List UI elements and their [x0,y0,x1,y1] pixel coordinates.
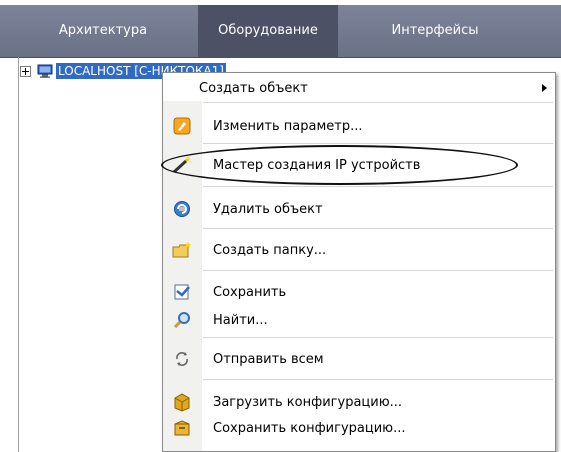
menu-separator [203,379,553,380]
save-config-icon [172,418,192,438]
context-menu: Создать объект Изменить параметр... Маст… [162,72,556,452]
menu-item-send-all[interactable]: Отправить всем [163,347,555,371]
tab-equipment[interactable]: Оборудование [198,5,338,57]
load-config-icon [172,392,192,412]
new-folder-icon [172,240,192,260]
menu-separator [203,337,553,338]
menu-separator [203,270,553,271]
menu-item-save-config[interactable]: Сохранить конфигурацию... [163,416,555,440]
menu-item-label: Отправить всем [213,351,324,367]
menu-separator [203,186,553,187]
wizard-wand-icon [172,155,192,175]
tab-interfaces[interactable]: Интерфейсы [370,5,500,57]
menu-item-label: Мастер создания IP устройств [213,157,421,173]
menu-item-delete-object[interactable]: Удалить объект [163,197,555,221]
submenu-arrow-icon [542,84,547,92]
menu-item-label: Создать объект [199,80,308,96]
tab-strip: Архитектура Оборудование Интерфейсы [0,5,561,58]
menu-item-load-config[interactable]: Загрузить конфигурацию... [163,390,555,414]
menu-item-create-folder[interactable]: Создать папку... [163,238,555,262]
menu-item-create-object[interactable]: Создать объект [163,75,555,101]
menu-item-save[interactable]: Сохранить [163,280,555,304]
menu-separator [203,102,553,103]
menu-item-label: Изменить параметр... [213,118,363,134]
menu-separator [203,143,553,144]
search-icon [172,310,192,330]
menu-item-find[interactable]: Найти... [163,308,555,332]
menu-item-edit-parameter[interactable]: Изменить параметр... [163,114,555,138]
edit-param-icon [172,116,192,136]
menu-item-label: Найти... [213,312,268,328]
menu-separator [203,228,553,229]
menu-item-ip-device-wizard[interactable]: Мастер создания IP устройств [163,153,555,177]
menu-item-label: Удалить объект [213,201,323,217]
save-icon [172,282,192,302]
expand-icon[interactable] [20,65,31,77]
tab-bar: Архитектура Оборудование Интерфейсы [0,0,561,58]
tab-architecture[interactable]: Архитектура [38,5,168,57]
delete-object-icon [172,199,192,219]
menu-item-label: Сохранить конфигурацию... [213,420,406,436]
menu-item-label: Создать папку... [213,242,327,258]
menu-item-label: Загрузить конфигурацию... [213,394,403,410]
computer-icon [37,64,53,78]
menu-item-label: Сохранить [213,284,287,300]
send-all-icon [172,349,192,369]
